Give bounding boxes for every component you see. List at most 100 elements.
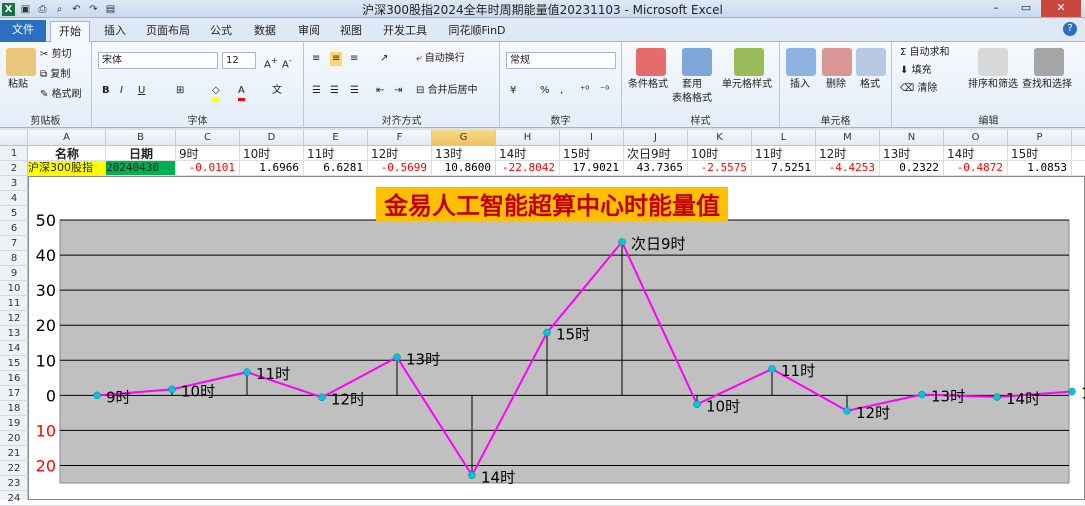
cell-b1[interactable]: 日期 xyxy=(106,146,176,162)
format-table-button[interactable]: 套用 表格格式 xyxy=(672,78,712,106)
merge-center-button[interactable]: ⊟ 合并后居中 xyxy=(416,84,478,98)
cell-e1[interactable]: 11时 xyxy=(304,146,368,162)
minimize-icon[interactable]: – xyxy=(981,0,1011,17)
wrap-text-button[interactable]: ⤶ 自动换行 xyxy=(416,52,465,66)
row-header-11[interactable]: 11 xyxy=(0,296,28,311)
cell-b2[interactable]: 20240430 xyxy=(106,161,175,175)
row-header-8[interactable]: 8 xyxy=(0,251,28,266)
cell-k1[interactable]: 10时 xyxy=(688,146,752,162)
border-icon[interactable]: ⊞ xyxy=(176,84,184,98)
find-select-icon[interactable] xyxy=(1034,48,1064,76)
font-color-icon[interactable]: A xyxy=(238,84,245,101)
fill-button[interactable]: ⬇ 填充 xyxy=(900,64,932,78)
tab-developer[interactable]: 开发工具 xyxy=(380,21,430,42)
cell-a1[interactable]: 名称 xyxy=(28,146,106,162)
row-header-14[interactable]: 14 xyxy=(0,341,28,356)
autosum-button[interactable]: Σ 自动求和 xyxy=(900,46,950,60)
cell-j1[interactable]: 次日9时 xyxy=(624,146,688,162)
row-header-21[interactable]: 21 xyxy=(0,446,28,461)
tab-data[interactable]: 数据 xyxy=(250,21,280,42)
format-table-icon[interactable] xyxy=(682,48,712,76)
tab-formulas[interactable]: 公式 xyxy=(206,21,236,42)
font-size-dropdown[interactable]: 12 xyxy=(222,52,256,69)
row-header-7[interactable]: 7 xyxy=(0,236,28,251)
row-header-22[interactable]: 22 xyxy=(0,461,28,476)
delete-cells-icon[interactable] xyxy=(822,48,852,76)
column-header-j[interactable]: J xyxy=(624,130,688,146)
tab-insert[interactable]: 插入 xyxy=(100,21,130,42)
line-chart[interactable]: 50 40 30 20 10 0 10 20 金易人工智能超算中心时能量值 9时 10时 11时 12时… xyxy=(28,176,1085,500)
row-header-24[interactable]: 24 xyxy=(0,491,28,506)
row-header-19[interactable]: 19 xyxy=(0,416,28,431)
cell-h2[interactable]: -22.8042 xyxy=(496,161,559,175)
decrease-indent-icon[interactable]: ⇤ xyxy=(376,84,384,98)
decrease-decimal-icon[interactable]: ⁻⁰ xyxy=(600,84,609,98)
increase-indent-icon[interactable]: ⇥ xyxy=(394,84,402,98)
phonetic-icon[interactable]: 文 xyxy=(272,84,282,98)
column-header-a[interactable]: A xyxy=(28,130,106,146)
cell-styles-icon[interactable] xyxy=(734,48,764,76)
tab-home[interactable]: 开始 xyxy=(50,21,90,42)
column-header-i[interactable]: I xyxy=(560,130,624,146)
grow-font-icon[interactable]: A+ xyxy=(264,53,278,72)
column-header-p[interactable]: P xyxy=(1008,130,1072,146)
cell-f2[interactable]: -0.5699 xyxy=(368,161,431,175)
row-header-4[interactable]: 4 xyxy=(0,191,28,206)
comma-button[interactable]: , xyxy=(560,84,563,98)
conditional-format-icon[interactable] xyxy=(636,48,666,76)
row-header-9[interactable]: 9 xyxy=(0,266,28,281)
row-header-3[interactable]: 3 xyxy=(0,176,28,191)
percent-button[interactable]: % xyxy=(540,84,550,98)
cell-p2[interactable]: 1.0853 xyxy=(1008,161,1071,175)
cell-i1[interactable]: 15时 xyxy=(560,146,624,162)
cell-p1[interactable]: 15时 xyxy=(1008,146,1072,162)
row-header-18[interactable]: 18 xyxy=(0,401,28,416)
cell-m2[interactable]: -4.4253 xyxy=(816,161,879,175)
row-header-1[interactable]: 1 xyxy=(0,146,28,161)
cell-j2[interactable]: 43.7365 xyxy=(624,161,687,175)
align-right-icon[interactable]: ☰ xyxy=(350,84,359,98)
row-header-6[interactable]: 6 xyxy=(0,221,28,236)
cell-l2[interactable]: 7.5251 xyxy=(752,161,815,175)
cell-g1[interactable]: 13时 xyxy=(432,146,496,162)
cell-d2[interactable]: 1.6966 xyxy=(240,161,303,175)
cell-n1[interactable]: 13时 xyxy=(880,146,944,162)
column-header-o[interactable]: O xyxy=(944,130,1008,146)
sort-filter-icon[interactable] xyxy=(978,48,1008,76)
sort-filter-button[interactable]: 排序和筛选 xyxy=(968,78,1018,92)
cell-i2[interactable]: 17.9021 xyxy=(560,161,623,175)
cell-l1[interactable]: 11时 xyxy=(752,146,816,162)
clear-button[interactable]: ⌫ 清除 xyxy=(900,82,937,96)
cell-a2[interactable]: 沪深300股指 xyxy=(28,161,105,175)
select-all-corner[interactable] xyxy=(0,130,28,146)
column-header-k[interactable]: K xyxy=(688,130,752,146)
row-header-10[interactable]: 10 xyxy=(0,281,28,296)
find-select-button[interactable]: 查找和选择 xyxy=(1022,78,1072,92)
tab-page-layout[interactable]: 页面布局 xyxy=(142,21,194,42)
cell-o2[interactable]: -0.4872 xyxy=(944,161,1007,175)
cell-o1[interactable]: 14时 xyxy=(944,146,1008,162)
row-header-20[interactable]: 20 xyxy=(0,431,28,446)
format-cells-icon[interactable] xyxy=(856,48,886,76)
cell-g2[interactable]: 10.8600 xyxy=(432,161,495,175)
italic-button[interactable]: I xyxy=(120,84,123,98)
row-header-16[interactable]: 16 xyxy=(0,371,28,386)
fill-color-icon[interactable]: ◇ xyxy=(212,84,220,101)
row-header-13[interactable]: 13 xyxy=(0,326,28,341)
insert-cells-button[interactable]: 插入 xyxy=(790,78,810,92)
cell-k2[interactable]: -2.5575 xyxy=(688,161,751,175)
cell-n2[interactable]: 0.2322 xyxy=(880,161,943,175)
delete-cells-button[interactable]: 删除 xyxy=(826,78,846,92)
column-header-b[interactable]: B xyxy=(106,130,176,146)
cell-c1[interactable]: 9时 xyxy=(176,146,240,162)
cell-h1[interactable]: 14时 xyxy=(496,146,560,162)
orientation-icon[interactable]: ↗ xyxy=(380,52,388,66)
cell-e2[interactable]: 6.6281 xyxy=(304,161,367,175)
tab-review[interactable]: 审阅 xyxy=(294,21,324,42)
currency-icon[interactable]: ¥ xyxy=(510,84,516,98)
row-header-2[interactable]: 2 xyxy=(0,161,28,176)
row-header-15[interactable]: 15 xyxy=(0,356,28,371)
shrink-font-icon[interactable]: A- xyxy=(282,53,292,72)
align-left-icon[interactable]: ☰ xyxy=(312,84,321,98)
bold-button[interactable]: B xyxy=(102,84,110,98)
